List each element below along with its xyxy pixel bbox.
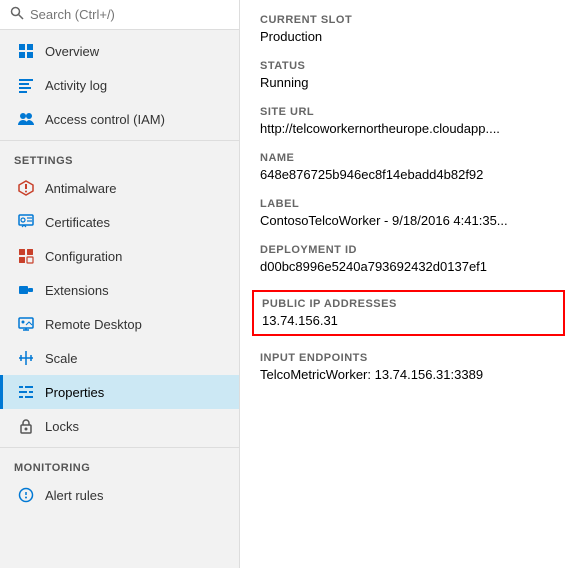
sidebar-item-properties-label: Properties <box>45 385 104 400</box>
properties-icon <box>17 383 35 401</box>
site-url-label: SITE URL <box>260 106 557 118</box>
input-endpoints-row: INPUT ENDPOINTS TelcoMetricWorker: 13.74… <box>260 352 557 382</box>
locks-icon <box>17 417 35 435</box>
sidebar-item-overview-label: Overview <box>45 44 99 59</box>
sidebar-item-scale[interactable]: Scale <box>0 341 239 375</box>
sidebar-item-overview[interactable]: Overview <box>0 34 239 68</box>
deployment-id-value: d00bc8996e5240a793692432d0137ef1 <box>260 259 557 274</box>
status-row: STATUS Running <box>260 60 557 90</box>
remote-desktop-icon <box>17 315 35 333</box>
sidebar-item-remote-desktop[interactable]: Remote Desktop <box>0 307 239 341</box>
public-ip-value: 13.74.156.31 <box>262 313 555 328</box>
sidebar-item-remote-desktop-label: Remote Desktop <box>45 317 142 332</box>
current-slot-label: CURRENT SLOT <box>260 14 557 26</box>
sidebar-item-activity-log[interactable]: Activity log <box>0 68 239 102</box>
sidebar-item-locks-label: Locks <box>45 419 79 434</box>
name-label: NAME <box>260 152 557 164</box>
deployment-id-row: DEPLOYMENT ID d00bc8996e5240a793692432d0… <box>260 244 557 274</box>
divider-2 <box>0 447 239 448</box>
search-icon <box>10 6 24 23</box>
sidebar-item-extensions-label: Extensions <box>45 283 109 298</box>
overview-icon <box>17 42 35 60</box>
search-bar[interactable] <box>0 0 239 30</box>
label-label: LABEL <box>260 198 557 210</box>
sidebar-item-activity-log-label: Activity log <box>45 78 107 93</box>
sidebar-item-alert-rules[interactable]: Alert rules <box>0 478 239 512</box>
site-url-value: http://telcoworkernortheurope.cloudapp..… <box>260 121 557 136</box>
input-endpoints-value: TelcoMetricWorker: 13.74.156.31:3389 <box>260 367 557 382</box>
label-row: LABEL ContosoTelcoWorker - 9/18/2016 4:4… <box>260 198 557 228</box>
activity-log-icon <box>17 76 35 94</box>
sidebar-item-certificates[interactable]: Certificates <box>0 205 239 239</box>
settings-section-header: SETTINGS <box>0 145 239 171</box>
access-control-icon <box>17 110 35 128</box>
sidebar-item-access-control-label: Access control (IAM) <box>45 112 165 127</box>
sidebar-item-access-control[interactable]: Access control (IAM) <box>0 102 239 136</box>
name-value: 648e876725b946ec8f14ebadd4b82f92 <box>260 167 557 182</box>
status-value: Running <box>260 75 557 90</box>
sidebar-item-extensions[interactable]: Extensions <box>0 273 239 307</box>
name-row: NAME 648e876725b946ec8f14ebadd4b82f92 <box>260 152 557 182</box>
status-label: STATUS <box>260 60 557 72</box>
label-value: ContosoTelcoWorker - 9/18/2016 4:41:35..… <box>260 213 557 228</box>
sidebar-item-antimalware[interactable]: Antimalware <box>0 171 239 205</box>
deployment-id-label: DEPLOYMENT ID <box>260 244 557 256</box>
alert-rules-icon <box>17 486 35 504</box>
sidebar-item-antimalware-label: Antimalware <box>45 181 117 196</box>
sidebar-item-locks[interactable]: Locks <box>0 409 239 443</box>
main-content: CURRENT SLOT Production STATUS Running S… <box>240 0 577 568</box>
site-url-row: SITE URL http://telcoworkernortheurope.c… <box>260 106 557 136</box>
extensions-icon <box>17 281 35 299</box>
certificates-icon <box>17 213 35 231</box>
sidebar-item-alert-rules-label: Alert rules <box>45 488 104 503</box>
sidebar: Overview Activity log Access control (IA… <box>0 0 240 568</box>
configuration-icon <box>17 247 35 265</box>
sidebar-item-certificates-label: Certificates <box>45 215 110 230</box>
antimalware-icon <box>17 179 35 197</box>
current-slot-value: Production <box>260 29 557 44</box>
sidebar-item-configuration[interactable]: Configuration <box>0 239 239 273</box>
current-slot-row: CURRENT SLOT Production <box>260 14 557 44</box>
scale-icon <box>17 349 35 367</box>
public-ip-label: PUBLIC IP ADDRESSES <box>262 298 555 310</box>
sidebar-item-scale-label: Scale <box>45 351 78 366</box>
public-ip-row: PUBLIC IP ADDRESSES 13.74.156.31 <box>252 290 565 336</box>
sidebar-item-properties[interactable]: Properties <box>0 375 239 409</box>
search-input[interactable] <box>30 7 229 22</box>
divider-1 <box>0 140 239 141</box>
sidebar-navigation: Overview Activity log Access control (IA… <box>0 30 239 512</box>
input-endpoints-label: INPUT ENDPOINTS <box>260 352 557 364</box>
monitoring-section-header: MONITORING <box>0 452 239 478</box>
sidebar-item-configuration-label: Configuration <box>45 249 122 264</box>
